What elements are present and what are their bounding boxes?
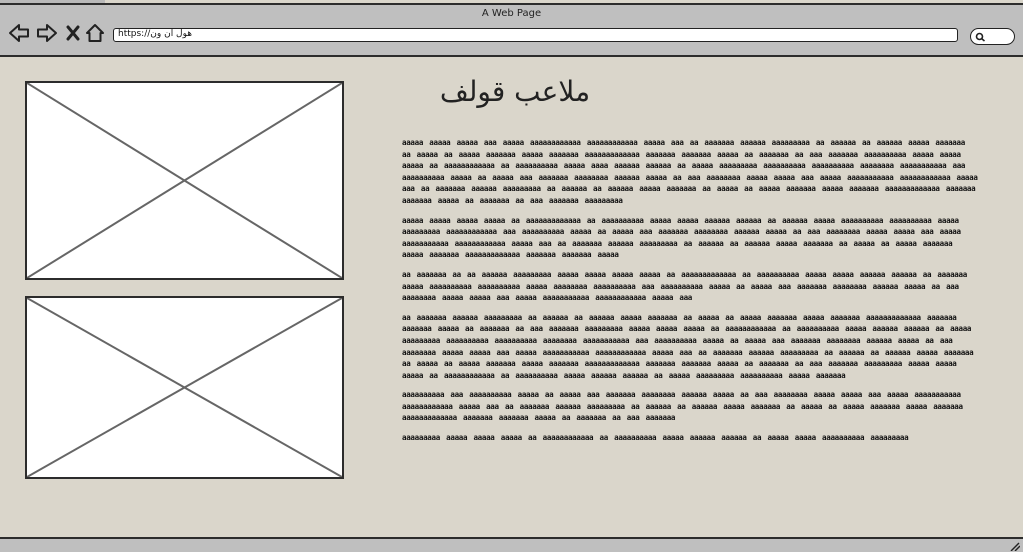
paragraph-5: aaaaaaaaaa aaa aaaaaaaaaa aaaaa aa aaaaa… <box>402 390 963 423</box>
home-icon[interactable] <box>85 22 105 44</box>
search-icon <box>975 32 986 42</box>
paragraph-1: aaaaa aaaaa aaaaa aaa aaaaa aaaaaaaaaaaa… <box>402 138 978 205</box>
resize-grip-icon[interactable] <box>1010 542 1020 551</box>
page-content: ملاعب قولف aaaaa aaaaa aaaaa aaa aaaaa a… <box>0 57 1023 537</box>
image-placeholder-1 <box>25 81 344 280</box>
window-title: A Web Page <box>481 8 542 19</box>
paragraph-3: aa aaaaaaa aa aa aaaaaa aaaaaaaaa aaaaa … <box>402 269 967 303</box>
paragraph-4: aa aaaaaaa aaaaaa aaaaaaaaa aa aaaaaa aa… <box>402 312 974 380</box>
paragraph-2: aaaaa aaaaa aaaaa aaaaa aa aaaaaaaaaaaaa… <box>402 215 961 260</box>
address-bar[interactable]: https://هول ان ون <box>113 28 958 42</box>
search-box[interactable] <box>970 28 1015 45</box>
image-placeholder-2 <box>25 296 344 479</box>
body-text: aaaaa aaaaa aaaaa aaa aaaaa aaaaaaaaaaaa… <box>402 137 978 452</box>
status-bar <box>0 537 1023 552</box>
paragraph-6: aaaaaaaaa aaaaa aaaaa aaaaa aa aaaaaaaaa… <box>402 433 909 443</box>
browser-toolbar: A Web Page https://هول ان ون <box>0 3 1023 57</box>
forward-arrow-icon[interactable] <box>36 22 58 44</box>
close-x-icon[interactable] <box>65 22 81 44</box>
page-title: ملاعب قولف <box>439 75 591 108</box>
back-arrow-icon[interactable] <box>8 22 30 44</box>
browser-window: A Web Page https://هول ان ون ملاعب قولف … <box>0 0 1023 552</box>
